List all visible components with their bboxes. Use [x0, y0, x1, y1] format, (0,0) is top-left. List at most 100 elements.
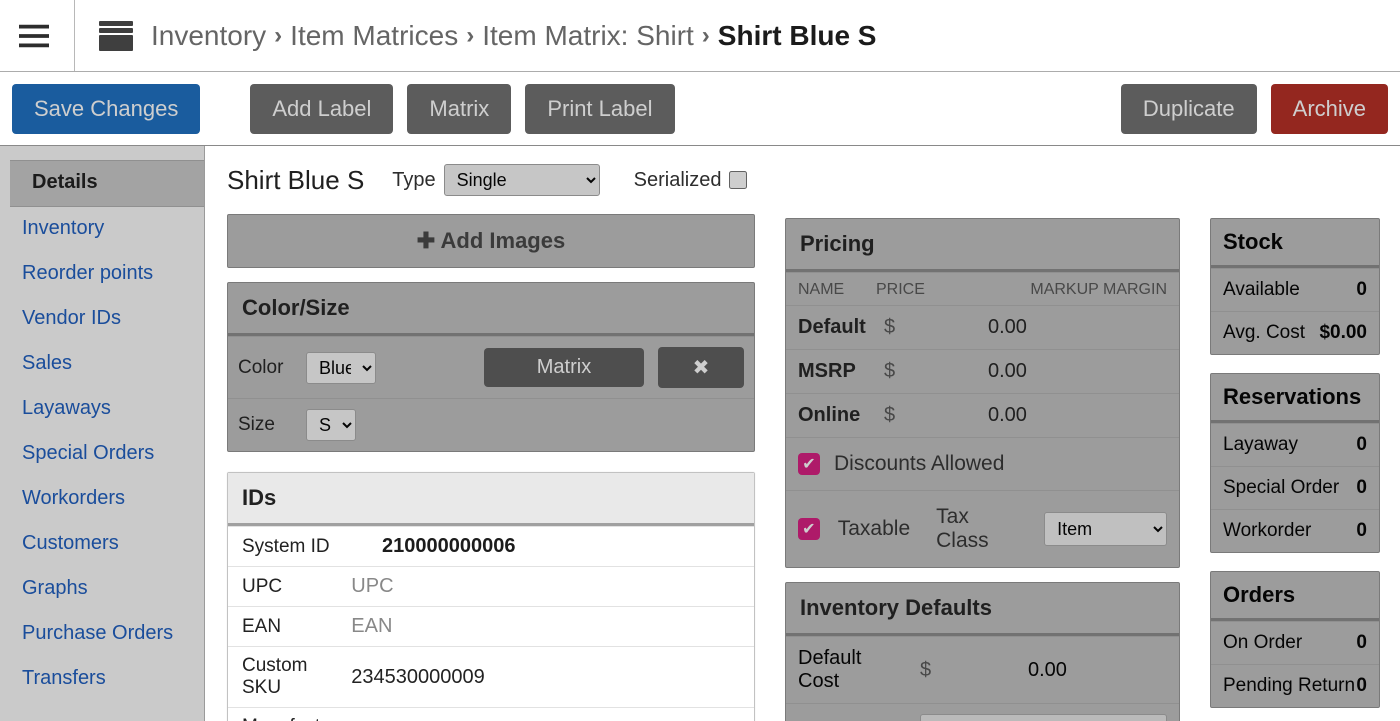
workspace: Details Inventory Reorder points Vendor … [0, 146, 1400, 721]
ean-label: EAN [242, 616, 351, 638]
workorder-label: Workorder [1223, 520, 1311, 542]
stock-panel: Stock Available0 Avg. Cost$0.00 [1210, 218, 1380, 355]
ids-header: IDs [228, 473, 754, 526]
system-id-value: 210000000006 [382, 535, 515, 558]
matrix-button[interactable]: Matrix [407, 84, 511, 134]
orders-header: Orders [1211, 572, 1379, 621]
middle-column: Pricing NAME PRICE MARKUP MARGIN Default… [785, 218, 1180, 721]
nav-transfers[interactable]: Transfers [0, 657, 204, 702]
add-images-label: Add Images [441, 228, 566, 253]
breadcrumb-matrix-name[interactable]: Shirt [636, 20, 694, 51]
price-default-value[interactable]: 0.00 [908, 316, 1167, 339]
item-title: Shirt Blue S [227, 165, 364, 196]
add-label-button[interactable]: Add Label [250, 84, 393, 134]
custom-sku-input[interactable] [351, 666, 740, 689]
type-select[interactable]: Single [444, 164, 600, 196]
module-icon [99, 21, 133, 51]
chevron-right-icon: › [466, 22, 474, 50]
pricing-header: Pricing [786, 219, 1179, 272]
hamburger-menu-icon[interactable] [12, 14, 56, 58]
nav-customers[interactable]: Customers [0, 522, 204, 567]
ids-panel: IDs System ID 210000000006 UPC EAN Custo… [227, 472, 755, 721]
nav-layaways[interactable]: Layaways [0, 387, 204, 432]
price-online-value[interactable]: 0.00 [908, 404, 1167, 427]
price-default-name: Default [798, 316, 884, 339]
orders-panel: Orders On Order0 Pending Return0 [1210, 571, 1380, 708]
inventory-defaults-header: Inventory Defaults [786, 583, 1179, 636]
onorder-value: 0 [1356, 632, 1367, 654]
breadcrumb: Inventory › Item Matrices › Item Matrix:… [151, 20, 877, 52]
print-label-button[interactable]: Print Label [525, 84, 674, 134]
archive-button[interactable]: Archive [1271, 84, 1388, 134]
plus-icon: ✚ [417, 228, 435, 253]
breadcrumb-item-matrix-prefix: Item Matrix: Shirt [482, 20, 694, 52]
layaway-label: Layaway [1223, 434, 1298, 456]
price-row-default: Default $ 0.00 [786, 305, 1179, 349]
chevron-right-icon: › [702, 22, 710, 50]
type-label: Type [392, 169, 435, 192]
avgcost-label: Avg. Cost [1223, 322, 1305, 344]
item-title-row: Shirt Blue S Type Single Serialized [227, 164, 755, 196]
color-select[interactable]: Blue [306, 352, 376, 384]
breadcrumb-inventory[interactable]: Inventory [151, 20, 266, 52]
nav-graphs[interactable]: Graphs [0, 567, 204, 612]
taxclass-select[interactable]: Item [1044, 512, 1167, 546]
nav-workorders[interactable]: Workorders [0, 477, 204, 522]
clear-variant-button[interactable]: ✖ [658, 347, 744, 388]
default-cost-value[interactable]: 0.00 [958, 659, 1167, 682]
size-select[interactable]: S [306, 409, 356, 441]
color-label: Color [238, 357, 292, 379]
workorder-value: 0 [1356, 520, 1367, 542]
serialized-field: Serialized [634, 169, 748, 192]
price-row-msrp: MSRP $ 0.00 [786, 349, 1179, 393]
special-value: 0 [1356, 477, 1367, 499]
nav-sales[interactable]: Sales [0, 342, 204, 387]
nav-reorder-points[interactable]: Reorder points [0, 252, 204, 297]
breadcrumb-current: Shirt Blue S [718, 20, 877, 52]
taxable-checkbox[interactable]: ✔ [798, 518, 820, 540]
duplicate-button[interactable]: Duplicate [1121, 84, 1257, 134]
pricing-col-margin: MARGIN [1103, 281, 1167, 298]
type-field: Type Single [392, 164, 599, 196]
price-msrp-name: MSRP [798, 360, 884, 383]
nav-special-orders[interactable]: Special Orders [0, 432, 204, 477]
pending-value: 0 [1356, 675, 1367, 697]
price-row-online: Online $ 0.00 [786, 393, 1179, 437]
pricing-col-markup: MARKUP [1030, 281, 1098, 298]
upc-label: UPC [242, 576, 351, 598]
matrix-inline-button[interactable]: Matrix [484, 348, 644, 387]
vendor-select[interactable]: None ▾ [920, 714, 1167, 721]
action-bar: Save Changes Add Label Matrix Print Labe… [0, 72, 1400, 146]
inventory-defaults-panel: Inventory Defaults Default Cost $ 0.00 V… [785, 582, 1180, 721]
available-value: 0 [1356, 279, 1367, 301]
upc-input[interactable] [351, 575, 740, 598]
breadcrumb-item-matrices[interactable]: Item Matrices [290, 20, 458, 52]
onorder-label: On Order [1223, 632, 1302, 654]
discounts-checkbox[interactable]: ✔ [798, 453, 820, 475]
nav-vendor-ids[interactable]: Vendor IDs [0, 297, 204, 342]
taxable-label: Taxable [838, 517, 910, 541]
save-button[interactable]: Save Changes [12, 84, 200, 134]
price-online-cur: $ [884, 404, 908, 427]
nav-inventory[interactable]: Inventory [0, 207, 204, 252]
add-images-panel[interactable]: ✚ Add Images [227, 214, 755, 268]
price-msrp-value[interactable]: 0.00 [908, 360, 1167, 383]
nav-details[interactable]: Details [10, 160, 204, 207]
avgcost-value: $0.00 [1319, 322, 1367, 344]
main-area: Shirt Blue S Type Single Serialized ✚ Ad… [205, 146, 1400, 721]
system-id-label: System ID [242, 536, 382, 558]
price-online-name: Online [798, 404, 884, 427]
default-cost-cur: $ [920, 659, 944, 682]
pricing-col-price: PRICE [876, 281, 936, 299]
right-column: Stock Available0 Avg. Cost$0.00 Reservat… [1210, 218, 1380, 721]
mfg-sku-label: Manufact. SKU [242, 716, 351, 721]
reservations-header: Reservations [1211, 374, 1379, 423]
ean-input[interactable] [351, 615, 740, 638]
left-column: Shirt Blue S Type Single Serialized ✚ Ad… [227, 164, 755, 721]
close-icon: ✖ [693, 355, 710, 380]
serialized-checkbox[interactable] [729, 171, 747, 189]
color-size-panel: Color/Size Color Blue Matrix ✖ Size S [227, 282, 755, 452]
nav-purchase-orders[interactable]: Purchase Orders [0, 612, 204, 657]
serialized-label: Serialized [634, 169, 722, 192]
special-label: Special Order [1223, 477, 1339, 499]
